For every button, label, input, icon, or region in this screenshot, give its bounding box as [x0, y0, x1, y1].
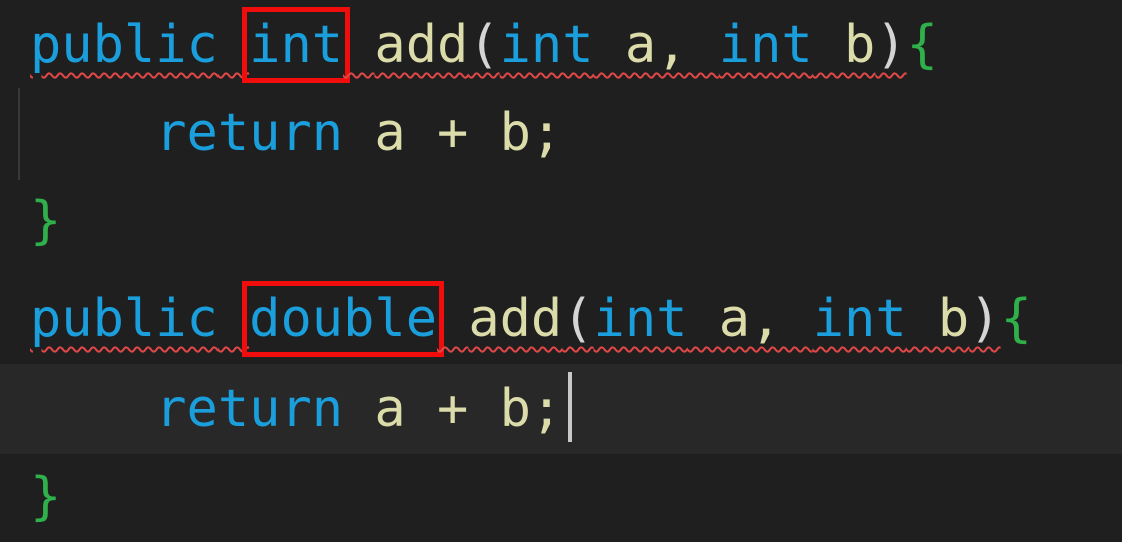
highlighted-return-type-double: double: [242, 281, 444, 357]
close-brace: }: [30, 467, 62, 527]
param-type-int: int: [499, 15, 594, 75]
code-editor[interactable]: public int add(int a, int b){ return a +…: [0, 0, 1122, 536]
open-brace: {: [906, 15, 938, 75]
keyword-public: public: [30, 289, 218, 349]
error-squiggle: public double add(int a, int b): [30, 281, 1001, 357]
function-name-add: add: [374, 15, 469, 75]
code-line-1[interactable]: public int add(int a, int b){: [0, 0, 1122, 90]
param-type-int: int: [812, 289, 907, 349]
keyword-return: return: [155, 103, 344, 163]
code-line-3[interactable]: }: [0, 176, 1122, 266]
code-line-5-current[interactable]: return a + b;: [0, 364, 1122, 454]
function-name-add: add: [468, 289, 563, 349]
param-name: b: [812, 15, 876, 75]
close-brace: }: [30, 191, 62, 251]
error-squiggle: public int add(int a, int b): [30, 7, 907, 83]
keyword-public: public: [30, 15, 218, 75]
text-cursor: [568, 372, 573, 442]
code-line-6[interactable]: }: [0, 452, 1122, 542]
highlighted-return-type-int: int: [242, 7, 351, 83]
open-brace: {: [1000, 289, 1032, 349]
keyword-return: return: [155, 379, 344, 439]
param-type-int: int: [718, 15, 813, 75]
return-expression: a + b;: [343, 379, 563, 439]
return-expression: a + b;: [343, 103, 563, 163]
param-type-int: int: [593, 289, 688, 349]
param-name: a,: [593, 15, 719, 75]
param-name: a,: [687, 289, 813, 349]
param-name: b: [906, 289, 970, 349]
code-line-2[interactable]: return a + b;: [0, 88, 1122, 178]
code-line-4[interactable]: public double add(int a, int b){: [0, 274, 1122, 364]
